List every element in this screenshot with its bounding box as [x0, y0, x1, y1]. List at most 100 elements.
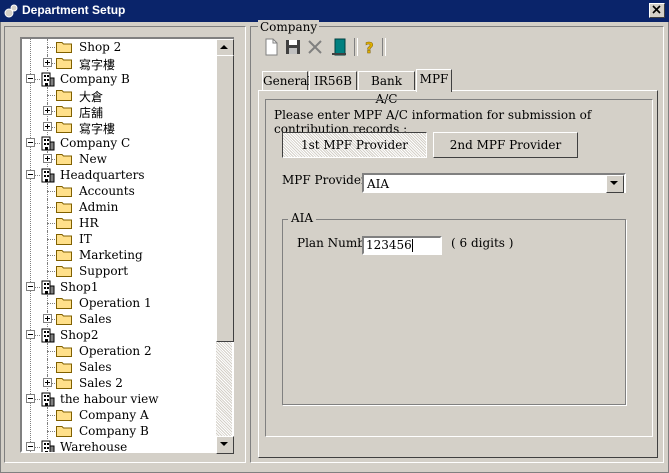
- tree-node-department[interactable]: Company B: [22, 423, 217, 439]
- tree-node-department[interactable]: Admin: [22, 199, 217, 215]
- new-button[interactable]: [260, 36, 282, 58]
- tree-node-label: the habour view: [60, 392, 159, 406]
- tree-node-label: New: [79, 152, 107, 166]
- tree-node-department[interactable]: Shop 2: [22, 39, 217, 55]
- tree-viewport[interactable]: Shop 2 寫字樓 Company B 大倉 店舖 寫字樓 Company C New Hea…: [22, 39, 217, 452]
- plan-number-hint: ( 6 digits ): [451, 236, 514, 250]
- tab-mpf[interactable]: MPF: [416, 69, 452, 92]
- folder-icon: [56, 298, 72, 309]
- tree-node-company[interactable]: the habour view: [22, 391, 217, 407]
- tree-node-company[interactable]: Company B: [22, 71, 217, 87]
- tree-node-department[interactable]: 大倉: [22, 87, 217, 104]
- tree-node-label: IT: [79, 232, 92, 246]
- window-title: Department Setup: [22, 3, 126, 17]
- delete-button[interactable]: [304, 36, 326, 58]
- building-icon: [41, 440, 55, 452]
- mpf-provider-value: AIA: [367, 177, 390, 191]
- tree-node-department[interactable]: 寫字樓: [22, 55, 217, 72]
- mpf-provider-select[interactable]: AIA: [362, 173, 626, 193]
- scroll-thumb[interactable]: [216, 55, 234, 342]
- collapse-icon[interactable]: [26, 282, 35, 291]
- scroll-down-button[interactable]: [216, 436, 234, 454]
- title-bar[interactable]: Department Setup: [0, 0, 669, 22]
- tree-node-label: HR: [79, 216, 99, 230]
- tree-node-company[interactable]: Shop1: [22, 279, 217, 295]
- folder-icon: [56, 202, 72, 213]
- expand-icon[interactable]: [43, 122, 52, 131]
- second-mpf-provider-button[interactable]: 2nd MPF Provider: [433, 132, 578, 158]
- first-mpf-provider-button[interactable]: 1st MPF Provider: [282, 132, 427, 158]
- chevron-down-icon: [610, 181, 618, 185]
- collapse-icon[interactable]: [26, 442, 35, 451]
- tree-node-company[interactable]: Company C: [22, 135, 217, 151]
- tree-node-department[interactable]: Operation 2: [22, 343, 217, 359]
- folder-icon: [56, 426, 72, 437]
- tree-node-label: Admin: [79, 200, 119, 214]
- tree-node-department[interactable]: HR: [22, 215, 217, 231]
- help-button[interactable]: ?: [358, 36, 380, 58]
- folder-icon: [56, 218, 72, 229]
- building-icon: [41, 168, 55, 183]
- tab-general[interactable]: General: [262, 71, 311, 91]
- expand-icon[interactable]: [43, 58, 52, 67]
- tree-node-label: Company A: [79, 408, 149, 422]
- tree-node-label: Company C: [60, 136, 131, 150]
- company-group-label: Company: [258, 20, 320, 34]
- mpf-provider-label: MPF Provider: [282, 173, 367, 187]
- folder-icon: [56, 106, 72, 117]
- collapse-icon[interactable]: [26, 330, 35, 339]
- tree-node-label: Warehouse: [60, 440, 128, 452]
- tree-node-department[interactable]: Operation 1: [22, 295, 217, 311]
- tree-node-department[interactable]: Sales 2: [22, 375, 217, 391]
- building-icon: [41, 280, 55, 295]
- arrow-down-icon: [220, 442, 228, 446]
- tree-node-department[interactable]: Sales: [22, 359, 217, 375]
- tree-node-department[interactable]: Support: [22, 263, 217, 279]
- tab-ir56b[interactable]: IR56B: [309, 71, 357, 91]
- tree-node-label: Operation 2: [79, 344, 152, 358]
- tree-node-label: Accounts: [79, 184, 135, 198]
- collapse-icon[interactable]: [26, 394, 35, 403]
- save-button[interactable]: [282, 36, 304, 58]
- tree-node-label: Company B: [79, 424, 149, 438]
- expand-icon[interactable]: [43, 154, 52, 163]
- tree-node-department[interactable]: Company A: [22, 407, 217, 423]
- tree-node-department[interactable]: Sales: [22, 311, 217, 327]
- expand-icon[interactable]: [43, 378, 52, 387]
- folder-icon: [56, 42, 72, 53]
- tree-node-department[interactable]: IT: [22, 231, 217, 247]
- toolbar-separator: [382, 38, 386, 56]
- folder-icon: [56, 250, 72, 261]
- collapse-icon[interactable]: [26, 170, 35, 179]
- building-icon: [41, 392, 55, 407]
- tree-node-company[interactable]: Headquarters: [22, 167, 217, 183]
- tree-node-department[interactable]: 店舖: [22, 103, 217, 120]
- close-button[interactable]: [649, 3, 665, 18]
- help-icon: ?: [365, 39, 374, 58]
- tree-node-department[interactable]: 寫字樓: [22, 119, 217, 136]
- dropdown-button[interactable]: [606, 175, 624, 193]
- expand-icon[interactable]: [43, 106, 52, 115]
- folder-icon: [56, 362, 72, 373]
- tree-node-label: Shop 2: [79, 40, 122, 54]
- plan-number-input[interactable]: 123456: [362, 236, 442, 255]
- tree-scrollbar[interactable]: [216, 39, 234, 454]
- folder-icon: [56, 58, 72, 69]
- collapse-icon[interactable]: [26, 138, 35, 147]
- tree-node-department[interactable]: Accounts: [22, 183, 217, 199]
- folder-icon: [56, 122, 72, 133]
- tree-node-department[interactable]: New: [22, 151, 217, 167]
- arrow-up-icon: [220, 45, 228, 49]
- tree-node-company[interactable]: Shop2: [22, 327, 217, 343]
- expand-icon[interactable]: [43, 314, 52, 323]
- tree-node-label: Marketing: [79, 248, 143, 262]
- exit-button[interactable]: [328, 36, 350, 58]
- tree-node-label: Operation 1: [79, 296, 152, 310]
- tree-node-label: Shop1: [60, 280, 99, 294]
- app-icon: [4, 4, 18, 18]
- building-icon: [41, 328, 55, 343]
- collapse-icon[interactable]: [26, 74, 35, 83]
- tree-node-company[interactable]: Warehouse: [22, 439, 217, 452]
- tree-node-department[interactable]: Marketing: [22, 247, 217, 263]
- tab-bank-a-c[interactable]: Bank A/C: [358, 71, 415, 106]
